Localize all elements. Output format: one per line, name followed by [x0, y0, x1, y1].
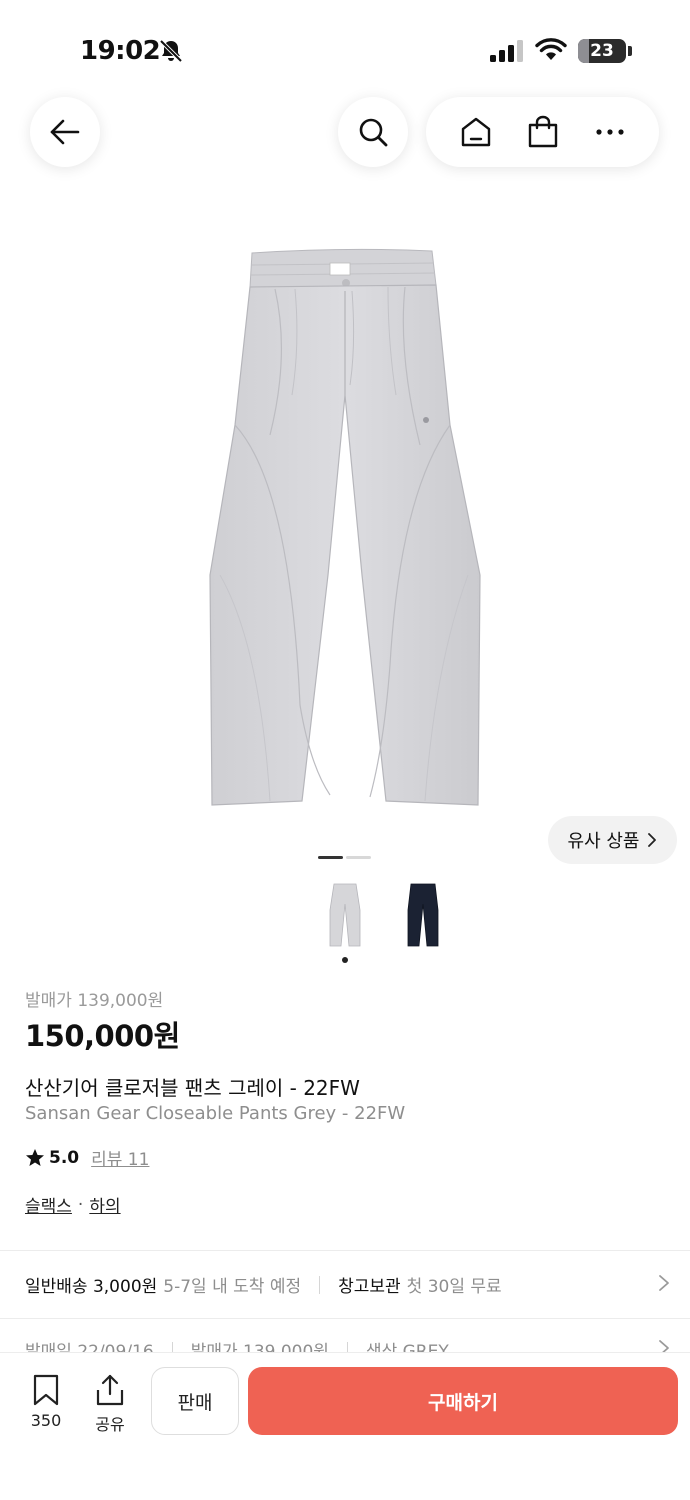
thumbnail-grey[interactable]	[320, 880, 370, 950]
nav-action-group	[426, 97, 659, 167]
storage-label: 창고보관	[338, 1277, 401, 1297]
category-separator: ·	[77, 1194, 84, 1215]
review-link[interactable]: 리뷰 11	[91, 1145, 149, 1170]
rating-value: 5.0	[49, 1147, 80, 1168]
product-name-en: Sansan Gear Closeable Pants Grey - 22FW	[25, 1103, 406, 1124]
shopping-bag-icon	[528, 115, 557, 148]
home-icon	[461, 117, 490, 147]
home-button[interactable]	[458, 114, 494, 150]
back-arrow-icon	[50, 119, 80, 145]
product-name-ko: 산산기어 클로저블 팬츠 그레이 - 22FW	[25, 1076, 360, 1100]
star-icon	[26, 1148, 44, 1166]
wifi-icon	[535, 38, 567, 60]
shipping-standard-eta: 5-7일 내 도착 예정	[163, 1277, 302, 1297]
buy-button[interactable]: 구매하기	[248, 1367, 678, 1435]
sell-button[interactable]: 판매	[151, 1367, 239, 1435]
more-icon	[595, 129, 624, 135]
shipping-separator	[319, 1275, 321, 1294]
current-price: 150,000원	[25, 1019, 180, 1053]
bookmark-icon	[33, 1374, 59, 1406]
bookmark-count: 350	[30, 1411, 62, 1430]
category-link-bottoms[interactable]: 하의	[89, 1192, 120, 1217]
chevron-right-icon	[648, 833, 657, 847]
back-button[interactable]	[30, 97, 100, 167]
shipping-info-row[interactable]: 일반배송 3,000원 5-7일 내 도착 예정 창고보관 첫 30일 무료	[25, 1272, 670, 1297]
thumbnail-selected-dot	[342, 957, 348, 963]
similar-products-label: 유사 상품	[567, 831, 640, 852]
storage-desc: 첫 30일 무료	[406, 1277, 502, 1297]
cellular-signal-icon	[490, 40, 523, 62]
bottom-action-bar: 350 공유 판매 구매하기	[0, 1352, 690, 1500]
status-time: 19:02	[80, 36, 161, 66]
divider	[0, 1250, 690, 1251]
status-bar: 19:02 23	[0, 0, 690, 96]
share-label: 공유	[95, 1415, 125, 1434]
search-icon	[359, 118, 388, 147]
category-breadcrumb: 슬랙스 · 하의	[25, 1192, 121, 1218]
similar-products-button[interactable]: 유사 상품	[548, 816, 677, 864]
battery-icon: 23	[578, 39, 626, 63]
shopping-bag-button[interactable]	[525, 114, 561, 150]
thumbnail-navy[interactable]	[398, 880, 448, 950]
bookmark-button[interactable]: 350	[21, 1373, 71, 1430]
category-link-slacks[interactable]: 슬랙스	[25, 1192, 72, 1217]
chevron-right-icon	[659, 1275, 669, 1291]
shipping-standard-label: 일반배송 3,000원	[25, 1277, 158, 1297]
gallery-indicator-inactive	[346, 856, 371, 859]
rating-row: 5.0 리뷰 11	[25, 1145, 149, 1170]
product-image[interactable]	[200, 245, 490, 815]
battery-cap	[628, 46, 632, 56]
more-button[interactable]	[592, 114, 628, 150]
gallery-indicator-active	[318, 856, 343, 859]
bell-slash-icon	[159, 39, 183, 63]
share-icon	[96, 1374, 124, 1406]
release-price: 발매가 139,000원	[25, 991, 164, 1011]
battery-level: 23	[590, 41, 614, 61]
share-button[interactable]: 공유	[85, 1373, 135, 1435]
divider	[0, 1318, 690, 1319]
search-button[interactable]	[338, 97, 408, 167]
